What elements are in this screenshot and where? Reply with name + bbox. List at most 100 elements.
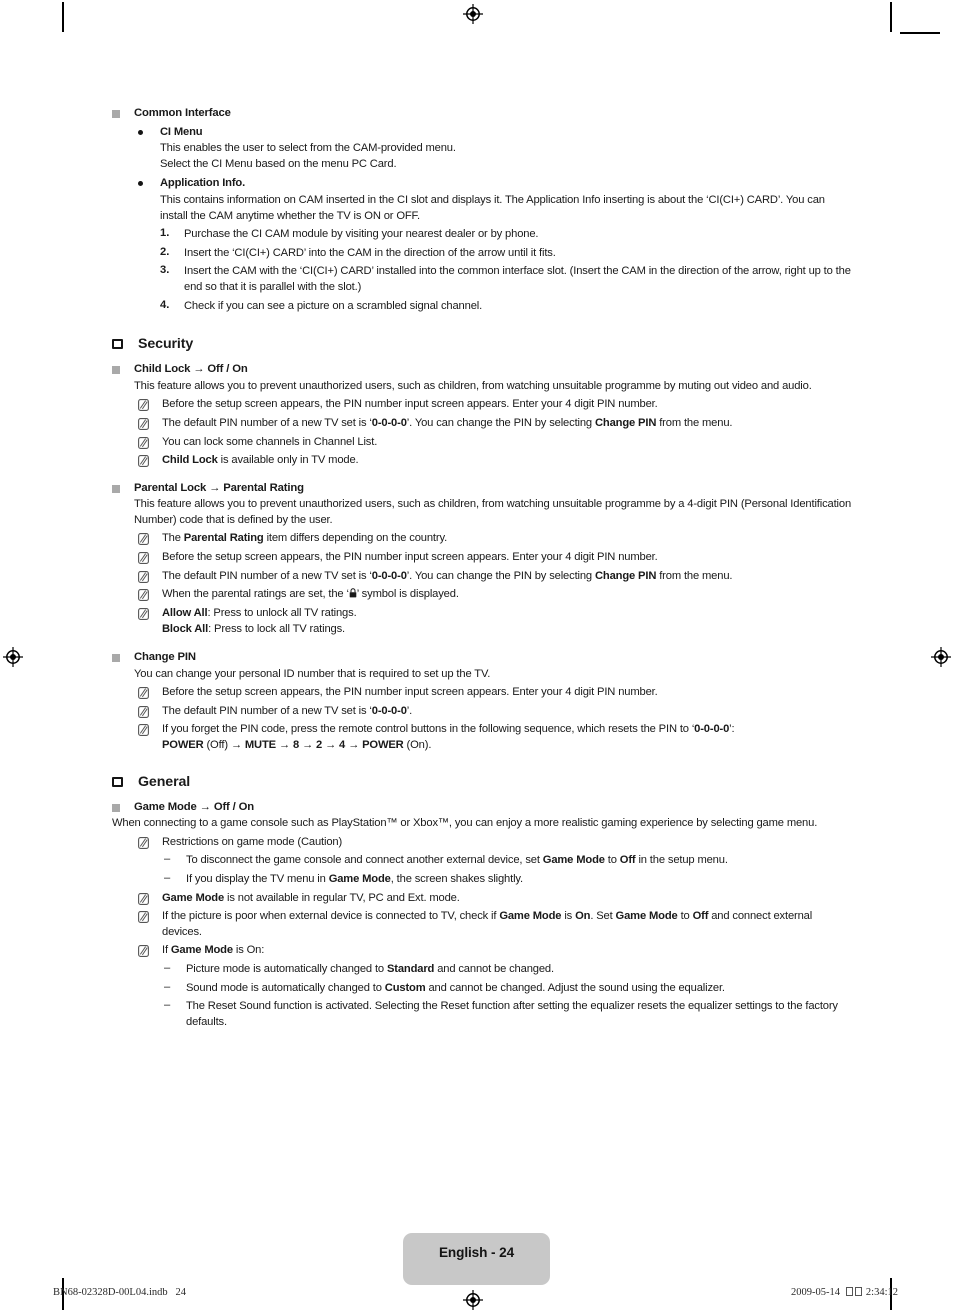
list-item-text: Insert the ‘CI(CI+) CARD’ into the CAM i… — [184, 246, 556, 259]
list-item: 4. Check if you can see a picture on a s… — [160, 299, 852, 315]
note-text: The Parental Rating item differs dependi… — [162, 532, 448, 545]
page-number-label: English - 24 — [438, 1245, 515, 1260]
note-row: Before the setup screen appears, the PIN… — [138, 685, 852, 701]
dash-bullet-icon: – — [164, 961, 171, 974]
item-ci-menu: CI Menu — [138, 125, 852, 141]
heading-child-lock: Child Lock → Off / On — [112, 362, 852, 378]
missing-glyph-box — [855, 1287, 863, 1296]
note-icon — [138, 397, 162, 412]
list-number: 3. — [160, 264, 170, 277]
parental-lock-block-all: Block All: Press to lock all TV ratings. — [162, 623, 346, 636]
note-icon — [138, 943, 162, 958]
note-icon — [138, 704, 162, 718]
section-heading-security-label: Security — [138, 336, 194, 353]
dash-item-text: Picture mode is automatically changed to… — [186, 962, 554, 975]
list-item-text: Insert the CAM with the ‘CI(CI+) CARD’ i… — [184, 265, 851, 293]
child-lock-notes: Before the setup screen appears, the PIN… — [112, 397, 852, 468]
missing-glyph-box — [846, 1287, 854, 1296]
child-lock-body: This feature allows you to prevent unaut… — [134, 379, 812, 392]
ci-menu-line2: Select the CI Menu based on the menu PC … — [160, 157, 397, 170]
note-icon — [138, 569, 162, 583]
padlock-icon — [349, 588, 357, 598]
note-text: Before the setup screen appears, the PIN… — [162, 551, 658, 564]
page-content: Common Interface CI Menu This enables th… — [112, 106, 852, 1031]
dash-item-text: Sound mode is automatically changed to C… — [186, 981, 725, 994]
note-icon — [138, 685, 162, 700]
note-icon — [138, 909, 162, 924]
heading-change-pin-label: Change PIN — [134, 651, 196, 664]
list-item-text: Check if you can see a picture on a scra… — [184, 299, 483, 312]
heading-child-lock-label: Child Lock → Off / On — [134, 363, 248, 376]
dash-item: – Sound mode is automatically changed to… — [164, 981, 852, 997]
manual-page: Common Interface CI Menu This enables th… — [0, 0, 954, 1315]
note-text: Before the setup screen appears, the PIN… — [162, 686, 658, 699]
note-row: Child Lock is available only in TV mode. — [138, 453, 852, 469]
dash-item: – The Reset Sound function is activated.… — [164, 999, 852, 1030]
game-mode-body: When connecting to a game console such a… — [112, 817, 818, 830]
note-row: If Game Mode is On: — [138, 943, 852, 959]
note-row: Before the setup screen appears, the PIN… — [138, 397, 852, 413]
list-number: 2. — [160, 245, 170, 258]
section-heading-general-label: General — [138, 773, 191, 790]
note-row: If the picture is poor when external dev… — [138, 909, 852, 940]
note-text: If Game Mode is On: — [162, 944, 265, 957]
change-pin-notes: Before the setup screen appears, the PIN… — [112, 685, 852, 753]
note-row: Game Mode is not available in regular TV… — [138, 891, 852, 907]
note-row: The default PIN number of a new TV set i… — [138, 704, 852, 720]
dash-item: – Picture mode is automatically changed … — [164, 962, 852, 978]
parental-lock-body: This feature allows you to prevent unaut… — [134, 498, 852, 526]
gray-square-bullet-icon — [112, 650, 134, 663]
list-number: 1. — [160, 227, 170, 240]
dash-item: – To disconnect the game console and con… — [164, 853, 852, 869]
note-text: If the picture is poor when external dev… — [162, 910, 813, 938]
list-number: 4. — [160, 298, 170, 311]
note-text: If you forget the PIN code, press the re… — [162, 723, 735, 751]
note-text: Restrictions on game mode (Caution) — [162, 835, 343, 848]
note-row: Before the setup screen appears, the PIN… — [138, 550, 852, 566]
note-row: The default PIN number of a new TV set i… — [138, 416, 852, 432]
note-icon — [138, 531, 162, 546]
ci-steps-list: 1. Purchase the CI CAM module by visitin… — [112, 227, 852, 314]
heading-common-interface: Common Interface — [112, 106, 852, 122]
note-row: The default PIN number of a new TV set i… — [138, 569, 852, 585]
list-item: 1. Purchase the CI CAM module by visitin… — [160, 227, 852, 243]
round-bullet-icon — [138, 125, 160, 135]
dash-item: – If you display the TV menu in Game Mod… — [164, 872, 852, 888]
note-row: Restrictions on game mode (Caution) — [138, 835, 852, 851]
note-text: When the parental ratings are set, the ‘… — [162, 588, 459, 601]
heading-game-mode-label: Game Mode → Off / On — [134, 800, 255, 813]
note-icon — [138, 416, 162, 430]
note-icon — [138, 587, 162, 602]
item-application-info-label: Application Info. — [160, 177, 246, 190]
change-pin-body: You can change your personal ID number t… — [134, 667, 491, 680]
dash-bullet-icon: – — [164, 999, 171, 1012]
heading-game-mode: Game Mode → Off / On — [112, 800, 852, 816]
note-row: Allow All: Press to unlock all TV rating… — [138, 606, 852, 622]
print-file-name: BN68-02328D-00L04.indb 24 — [53, 1287, 186, 1298]
note-row: The Parental Rating item differs dependi… — [138, 531, 852, 547]
dash-item-text: If you display the TV menu in Game Mode,… — [186, 872, 523, 885]
dash-bullet-icon: – — [164, 853, 171, 866]
heading-change-pin: Change PIN — [112, 650, 852, 666]
heading-parental-lock-label: Parental Lock → Parental Rating — [134, 481, 304, 494]
gray-square-bullet-icon — [112, 106, 134, 118]
list-item: 2. Insert the ‘CI(CI+) CARD’ into the CA… — [160, 246, 852, 262]
note-text: Allow All: Press to unlock all TV rating… — [162, 606, 357, 619]
note-text: The default PIN number of a new TV set i… — [162, 704, 413, 717]
note-row: If you forget the PIN code, press the re… — [138, 722, 852, 753]
note-row: When the parental ratings are set, the ‘… — [138, 587, 852, 603]
note-icon — [138, 453, 162, 468]
gray-square-bullet-icon — [112, 362, 134, 375]
note-icon — [138, 891, 162, 905]
item-application-info: Application Info. — [138, 176, 852, 192]
outlined-square-bullet-icon — [112, 774, 138, 787]
game-mode-notes: Restrictions on game mode (Caution) – To… — [112, 835, 852, 1031]
note-text: Before the setup screen appears, the PIN… — [162, 398, 658, 411]
section-heading-general: General — [112, 774, 852, 790]
gray-square-bullet-icon — [112, 800, 134, 812]
print-timestamp: 2009-05-14 2:34:12 — [791, 1287, 898, 1298]
dash-item-text: To disconnect the game console and conne… — [186, 854, 728, 867]
dash-bullet-icon: – — [164, 980, 171, 993]
round-bullet-icon — [138, 176, 160, 187]
note-icon — [138, 835, 162, 849]
